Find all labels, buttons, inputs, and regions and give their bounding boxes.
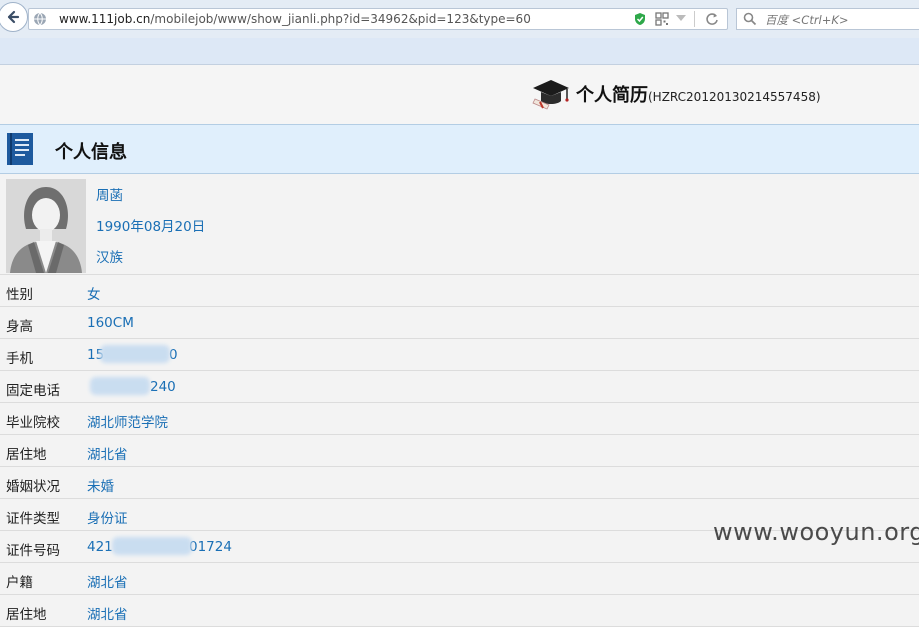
field-value: 160CM [87,315,134,331]
table-row: 居住地 湖北省 [0,435,919,467]
field-value: 女 [87,287,101,303]
search-placeholder: 百度 <Ctrl+K> [765,13,849,27]
field-label: 身高 [6,319,33,335]
info-table: 性别 女 身高 160CM 手机 15 0 固定电话 240 毕业院校 湖北师范… [0,275,919,627]
qr-code-icon[interactable] [655,12,669,26]
field-label: 性别 [6,287,33,303]
graduation-cap-icon [532,80,569,110]
resume-code: (HZRC20120130214557458) [648,90,821,104]
section-title: 个人信息 [55,142,127,163]
female-avatar-icon [6,179,86,273]
field-value-start: 421 [87,539,113,555]
field-value: 身份证 [87,511,128,527]
globe-icon [34,12,46,26]
table-row: 婚姻状况 未婚 [0,467,919,499]
divider [694,11,695,27]
dropdown-arrow-icon[interactable] [676,15,686,21]
back-arrow-icon [7,10,20,24]
avatar [6,179,86,273]
field-label: 居住地 [6,447,47,463]
field-label: 毕业院校 [6,415,60,431]
resume-header: 个人简历(HZRC20120130214557458) [0,65,919,124]
table-row: 性别 女 [0,275,919,307]
search-icon [743,12,757,26]
redaction-blur [90,377,150,395]
profile-block: 周菡 1990年08月20日 汉族 [0,176,919,275]
page-title: 个人简历(HZRC20120130214557458) [576,85,821,106]
birthdate-value: 1990年08月20日 [96,219,206,235]
reload-icon[interactable] [705,12,719,26]
field-label: 证件号码 [6,543,60,559]
field-value-end: 240 [150,379,176,395]
field-label: 证件类型 [6,511,60,527]
field-value: 未婚 [87,479,114,495]
bookmarks-strip [0,38,919,65]
section-header: 个人信息 [0,124,919,174]
browser-toolbar: www.111job.cn/mobilejob/www/show_jianli.… [0,0,919,39]
shield-icon[interactable] [633,12,647,26]
field-value: 湖北师范学院 [87,415,168,431]
url-bar[interactable]: www.111job.cn/mobilejob/www/show_jianli.… [28,8,728,30]
field-value-end: 01724 [189,539,232,555]
search-bar[interactable]: 百度 <Ctrl+K> [736,8,919,30]
table-row: 户籍 湖北省 [0,563,919,595]
redaction-blur [112,537,192,555]
table-row: 居住地 湖北省 [0,595,919,627]
url-text[interactable]: www.111job.cn/mobilejob/www/show_jianli.… [59,12,531,26]
field-value: 湖北省 [87,447,128,463]
table-row: 身高 160CM [0,307,919,339]
field-value: 湖北省 [87,607,128,623]
table-row: 手机 15 0 [0,339,919,371]
field-label: 户籍 [6,575,33,591]
ethnicity-value: 汉族 [96,250,123,266]
field-value: 湖北省 [87,575,128,591]
table-row: 固定电话 240 [0,371,919,403]
watermark: www.wooyun.org [713,518,919,546]
field-label: 居住地 [6,607,47,623]
field-label: 手机 [6,351,33,367]
document-icon [7,133,33,165]
field-label: 婚姻状况 [6,479,60,495]
name-value: 周菡 [96,188,123,204]
field-value-end: 0 [169,347,178,363]
back-button[interactable] [0,2,28,32]
field-label: 固定电话 [6,383,60,399]
table-row: 毕业院校 湖北师范学院 [0,403,919,435]
redaction-blur [100,345,170,363]
